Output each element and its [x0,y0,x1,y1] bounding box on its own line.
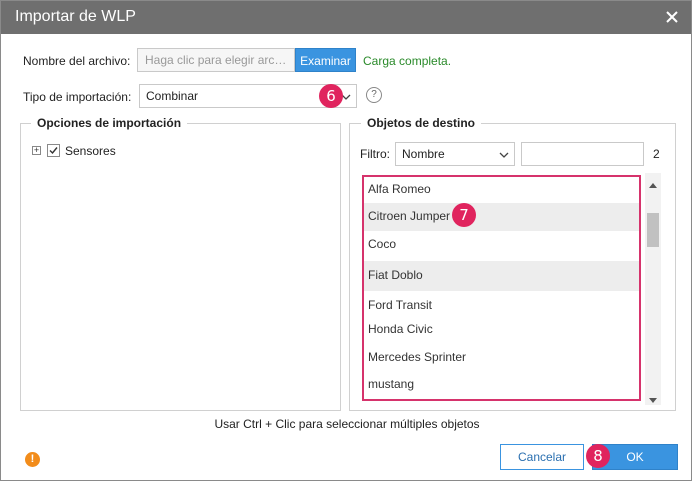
list-item[interactable]: Citroen Jumper [364,203,639,231]
filter-field-select[interactable]: Nombre [395,142,515,166]
import-options-title: Opciones de importación [31,116,188,130]
cancel-button[interactable]: Cancelar [500,444,584,470]
help-icon[interactable]: ? [366,87,382,103]
close-icon[interactable] [663,8,681,26]
list-item[interactable]: Alfa Romeo [364,177,639,203]
list-item[interactable]: Ford Transit [364,293,639,317]
filter-label: Filtro: [360,147,390,161]
target-count: 2 [653,147,660,161]
scroll-up-icon[interactable] [649,177,657,191]
file-input[interactable]: Haga clic para elegir arc… [137,48,295,72]
list-scrollbar[interactable] [645,173,661,405]
target-objects-title: Objetos de destino [361,116,482,130]
import-dialog: Importar de WLP Nombre del archivo: Haga… [0,0,692,481]
filter-input[interactable] [521,142,644,166]
list-item[interactable]: Coco [364,231,639,261]
chevron-down-icon [499,149,509,163]
list-item[interactable]: mustang [364,371,639,399]
import-options-group [20,123,341,411]
warning-icon[interactable]: ! [25,452,40,467]
list-item[interactable]: Fiat Doblo [364,261,639,291]
target-objects-list[interactable]: Alfa Romeo Citroen Jumper Coco Fiat Dobl… [362,175,641,401]
expand-icon[interactable]: + [32,146,41,155]
import-type-value: Combinar [146,89,199,103]
scroll-down-icon[interactable] [649,393,657,407]
list-item[interactable]: Mercedes Sprinter [364,343,639,371]
upload-status: Carga completa. [363,54,452,68]
file-name-label: Nombre del archivo: [23,54,131,68]
filter-field-value: Nombre [402,147,445,161]
multi-select-hint: Usar Ctrl + Clic para seleccionar múltip… [214,417,480,431]
dialog-title: Importar de WLP [15,8,136,25]
step-marker-7: 7 [452,203,476,227]
title-bar: Importar de WLP [1,1,691,34]
step-marker-8: 8 [586,444,610,468]
list-item[interactable]: Honda Civic [364,317,639,343]
sensores-checkbox[interactable] [47,144,60,157]
import-type-label: Tipo de importación: [23,90,132,104]
scrollbar-thumb[interactable] [647,213,659,247]
tree-item-sensores[interactable]: Sensores [65,144,116,158]
browse-button[interactable]: Examinar [295,48,356,72]
step-marker-6: 6 [319,84,343,108]
